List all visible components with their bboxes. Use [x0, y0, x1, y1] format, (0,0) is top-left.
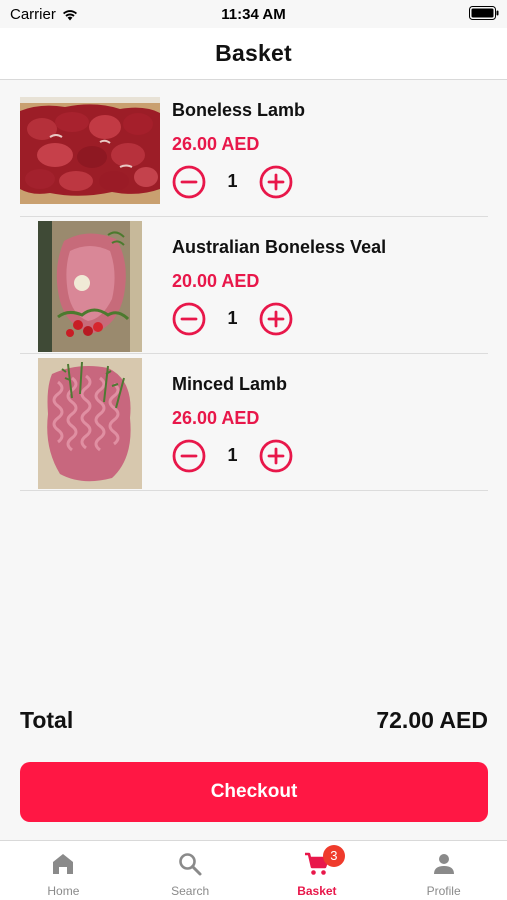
total-value: 72.00 AED [376, 706, 488, 733]
page-title: Basket [215, 40, 292, 66]
tab-profile[interactable]: Profile [380, 841, 507, 900]
minced-lamb-image [38, 358, 142, 489]
increase-quantity-button[interactable] [259, 302, 293, 336]
decrease-quantity-button[interactable] [172, 302, 206, 336]
decrease-quantity-button[interactable] [172, 165, 206, 199]
plus-circle-icon [259, 439, 293, 473]
quantity-value: 1 [227, 308, 238, 328]
increase-quantity-button[interactable] [259, 439, 293, 473]
basket-item: Australian Boneless Veal 20.00 AED 1 [20, 217, 488, 354]
battery-icon [469, 6, 499, 20]
tab-bar: Home Search 3 Basket Profile [0, 840, 507, 900]
total-row: Total 72.00 AED [20, 704, 488, 736]
item-name: Australian Boneless Veal [172, 237, 387, 257]
navigation-header: Basket [0, 28, 507, 80]
decrease-quantity-button[interactable] [172, 439, 206, 473]
cart-count-badge: 3 [322, 845, 345, 867]
quantity-stepper: 1 [172, 302, 294, 336]
status-bar: Carrier 11:34 AM [0, 0, 507, 28]
checkout-button[interactable]: Checkout [20, 762, 488, 822]
item-price: 26.00 AED [172, 134, 260, 154]
item-name: Boneless Lamb [172, 100, 306, 120]
quantity-value: 1 [227, 171, 238, 191]
plus-circle-icon [259, 165, 293, 199]
quantity-stepper: 1 [172, 439, 294, 473]
minus-circle-icon [172, 439, 206, 473]
quantity-stepper: 1 [172, 165, 294, 199]
search-icon [177, 851, 203, 877]
tab-label: Home [47, 884, 80, 898]
quantity-value: 1 [227, 445, 238, 465]
checkout-button-label: Checkout [210, 781, 298, 802]
person-icon [431, 851, 457, 877]
item-price: 26.00 AED [172, 408, 260, 428]
minus-circle-icon [172, 302, 206, 336]
tab-label: Basket [297, 884, 337, 898]
minus-circle-icon [172, 165, 206, 199]
basket-item: Boneless Lamb 26.00 AED 1 [20, 80, 488, 217]
item-price: 20.00 AED [172, 271, 260, 291]
home-icon [50, 851, 76, 877]
boneless-lamb-image [20, 97, 160, 204]
total-label: Total [20, 706, 74, 733]
item-name: Minced Lamb [172, 374, 288, 394]
basket-item: Minced Lamb 26.00 AED 1 [20, 354, 488, 491]
australian-boneless-veal-image [38, 221, 142, 352]
tab-home[interactable]: Home [0, 841, 127, 900]
increase-quantity-button[interactable] [259, 165, 293, 199]
tab-label: Search [171, 884, 210, 898]
basket-list: Boneless Lamb 26.00 AED 1 Australian Bon… [20, 80, 488, 491]
tab-label: Profile [426, 884, 461, 898]
tab-basket[interactable]: 3 Basket [254, 841, 381, 900]
plus-circle-icon [259, 302, 293, 336]
status-time: 11:34 AM [221, 6, 286, 23]
tab-search[interactable]: Search [127, 841, 254, 900]
